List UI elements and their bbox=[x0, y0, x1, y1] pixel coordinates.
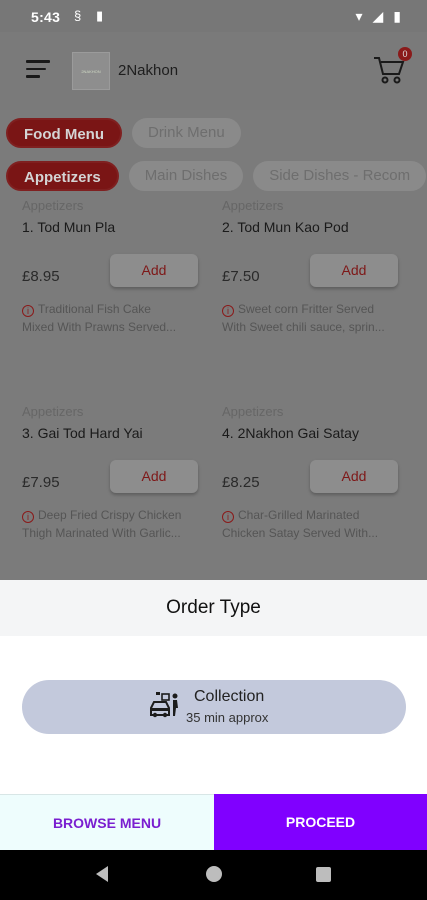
item-description: i Deep Fried Crispy Chicken Thigh Marinate… bbox=[22, 508, 182, 540]
order-type-sheet: Order Type Collection 35 min approx BROW… bbox=[0, 580, 427, 850]
info-icon[interactable]: i bbox=[222, 305, 234, 317]
browse-menu-button[interactable]: BROWSE MENU bbox=[0, 794, 214, 850]
collection-car-icon bbox=[150, 692, 178, 718]
wifi-icon: ▾ bbox=[355, 8, 363, 24]
sd-card-icon: ▮ bbox=[96, 8, 104, 23]
item-name: 1. Tod Mun Pla bbox=[22, 219, 116, 235]
menu-item-card[interactable]: Appetizers 2. Tod Mun Kao Pod £7.50 Add … bbox=[222, 198, 412, 334]
item-description: i Traditional Fish Cake Mixed With Prawns … bbox=[22, 302, 177, 334]
status-time: 5:43 bbox=[31, 9, 61, 25]
status-bar: 5:43 § ▮ ▾ ◢ ▮ bbox=[0, 0, 427, 32]
system-nav-bar bbox=[0, 850, 427, 900]
tab-main-dishes[interactable]: Main Dishes bbox=[128, 161, 244, 191]
option-subtitle: 35 min approx bbox=[186, 710, 269, 725]
item-price: £8.25 bbox=[222, 474, 260, 491]
menu-type-tabs: Food Menu Drink Menu bbox=[6, 118, 241, 148]
battery-icon: ▮ bbox=[393, 8, 401, 24]
info-icon[interactable]: i bbox=[22, 305, 34, 317]
tab-food-menu[interactable]: Food Menu bbox=[6, 118, 122, 148]
item-description: i Sweet corn Fritter Served With Sweet chi… bbox=[222, 302, 385, 334]
menu-icon[interactable] bbox=[26, 60, 50, 80]
item-name: 3. Gai Tod Hard Yai bbox=[22, 425, 143, 441]
menu-content: Food Menu Drink Menu Appetizers Main Dis… bbox=[0, 110, 427, 580]
add-button[interactable]: Add bbox=[110, 460, 198, 493]
tab-side-dishes[interactable]: Side Dishes - Recom bbox=[253, 161, 427, 191]
info-icon[interactable]: i bbox=[222, 511, 234, 523]
brand-name: 2Nakhon bbox=[118, 62, 179, 79]
item-name: 2. Tod Mun Kao Pod bbox=[222, 219, 349, 235]
menu-item-card[interactable]: Appetizers 3. Gai Tod Hard Yai £7.95 Add… bbox=[22, 404, 212, 540]
add-button[interactable]: Add bbox=[310, 254, 398, 287]
sheet-header: Order Type bbox=[0, 580, 427, 636]
item-description: i Char-Grilled Marinated Chicken Satay Ser… bbox=[222, 508, 379, 540]
option-title: Collection bbox=[194, 688, 265, 705]
item-category: Appetizers bbox=[222, 198, 284, 213]
brand-logo: 2NAKHON bbox=[72, 52, 110, 90]
add-button[interactable]: Add bbox=[110, 254, 198, 287]
add-button[interactable]: Add bbox=[310, 460, 398, 493]
info-icon[interactable]: i bbox=[22, 511, 34, 523]
cart-count-badge: 0 bbox=[398, 47, 412, 61]
sync-icon: § bbox=[74, 8, 82, 23]
item-price: £7.50 bbox=[222, 268, 260, 285]
item-price: £7.95 bbox=[22, 474, 60, 491]
tab-drink-menu[interactable]: Drink Menu bbox=[131, 118, 241, 148]
back-icon[interactable] bbox=[96, 866, 108, 882]
category-tabs: Appetizers Main Dishes Side Dishes - Rec… bbox=[6, 161, 427, 191]
home-icon[interactable] bbox=[206, 866, 222, 882]
proceed-button[interactable]: PROCEED bbox=[214, 794, 427, 850]
menu-item-card[interactable]: Appetizers 4. 2Nakhon Gai Satay £8.25 Ad… bbox=[222, 404, 412, 540]
item-category: Appetizers bbox=[22, 404, 84, 419]
collection-option[interactable]: Collection 35 min approx bbox=[22, 680, 406, 734]
menu-item-card[interactable]: Appetizers 1. Tod Mun Pla £8.95 Add i Tra… bbox=[22, 198, 212, 334]
item-price: £8.95 bbox=[22, 268, 60, 285]
recents-icon[interactable] bbox=[316, 867, 331, 882]
sheet-title: Order Type bbox=[166, 597, 261, 618]
item-category: Appetizers bbox=[22, 198, 84, 213]
screen: 5:43 § ▮ ▾ ◢ ▮ 2NAKHON 2Nakhon 0 Food Me… bbox=[0, 0, 427, 900]
tab-appetizers[interactable]: Appetizers bbox=[6, 161, 119, 191]
signal-icon: ◢ bbox=[372, 8, 384, 24]
app-header: 2NAKHON 2Nakhon 0 bbox=[0, 32, 427, 110]
item-name: 4. 2Nakhon Gai Satay bbox=[222, 425, 359, 441]
item-category: Appetizers bbox=[222, 404, 284, 419]
